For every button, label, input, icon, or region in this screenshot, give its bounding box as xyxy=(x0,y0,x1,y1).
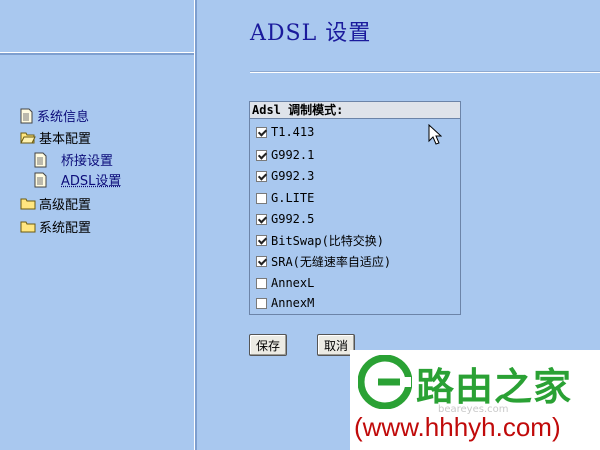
mouse-cursor-icon xyxy=(428,124,442,145)
watermark-title: 路由之家 xyxy=(416,365,573,409)
page-icon xyxy=(34,152,47,167)
option-annexm[interactable]: AnnexM xyxy=(256,294,314,312)
page-icon xyxy=(20,108,33,123)
nav-item-adsl-settings[interactable]: ADSL设置 xyxy=(34,170,121,189)
option-label: G992.1 xyxy=(271,148,315,162)
option-g992-1[interactable]: G992.1 xyxy=(256,146,314,164)
option-label: AnnexL xyxy=(271,276,315,290)
checkbox[interactable] xyxy=(256,149,267,161)
page-icon xyxy=(34,172,47,187)
checkbox[interactable] xyxy=(256,192,267,204)
nav-item-label: 桥接设置 xyxy=(61,154,114,169)
folder-icon xyxy=(20,221,36,233)
checkbox[interactable] xyxy=(256,126,267,138)
title-divider xyxy=(250,71,600,73)
left-separator xyxy=(0,52,194,55)
nav-item-label: 系统配置 xyxy=(39,221,92,236)
watermark: 路由之家 beareyes.com (www.hhhyh.com) xyxy=(350,350,600,450)
router-home-logo-icon xyxy=(358,355,412,409)
page-title: ADSL 设置 xyxy=(250,21,372,46)
watermark-url: (www.hhhyh.com) xyxy=(354,412,561,442)
option-label: G.LITE xyxy=(271,191,315,205)
checkbox[interactable] xyxy=(256,297,267,309)
nav-item-system-config[interactable]: 系统配置 xyxy=(20,217,91,236)
option-g-lite[interactable]: G.LITE xyxy=(256,189,314,207)
nav-item-label: 高级配置 xyxy=(39,198,92,213)
option-annexl[interactable]: AnnexL xyxy=(256,274,314,292)
option-g992-5[interactable]: G992.5 xyxy=(256,210,314,228)
nav-item-advanced-config[interactable]: 高级配置 xyxy=(20,194,91,213)
option-label: G992.5 xyxy=(271,212,315,226)
checkbox[interactable] xyxy=(256,255,267,267)
folder-icon xyxy=(20,198,36,210)
checkbox[interactable] xyxy=(256,170,267,182)
option-label: SRA(无缝速率自适应) xyxy=(271,254,392,269)
modulation-panel-header: Adsl 调制模式: xyxy=(250,102,460,119)
option-label: T1.413 xyxy=(271,125,315,139)
option-label: BitSwap(比特交换) xyxy=(271,233,385,248)
folder-open-icon xyxy=(20,132,36,144)
frame-divider[interactable] xyxy=(194,0,197,450)
nav-item-label: ADSL设置 xyxy=(61,174,122,189)
checkbox[interactable] xyxy=(256,213,267,225)
option-label: G992.3 xyxy=(271,169,315,183)
save-button[interactable]: 保存 xyxy=(249,334,288,356)
option-bitswap[interactable]: BitSwap(比特交换) xyxy=(256,231,384,249)
option-g992-3[interactable]: G992.3 xyxy=(256,167,314,185)
option-sra[interactable]: SRA(无缝速率自适应) xyxy=(256,252,391,270)
left-frame: 系统信息 基本配置 桥接设置 ADSL设置 高级配置 系统配置 xyxy=(0,0,194,450)
nav-item-label: 系统信息 xyxy=(37,110,90,125)
nav-item-basic-config[interactable]: 基本配置 xyxy=(20,128,91,147)
nav-item-label: 基本配置 xyxy=(39,132,92,147)
option-t1-413[interactable]: T1.413 xyxy=(256,123,314,141)
nav-item-system-info[interactable]: 系统信息 xyxy=(20,106,89,125)
checkbox[interactable] xyxy=(256,277,267,289)
nav-item-bridge-settings[interactable]: 桥接设置 xyxy=(34,150,113,169)
checkbox[interactable] xyxy=(256,234,267,246)
option-label: AnnexM xyxy=(271,296,315,310)
